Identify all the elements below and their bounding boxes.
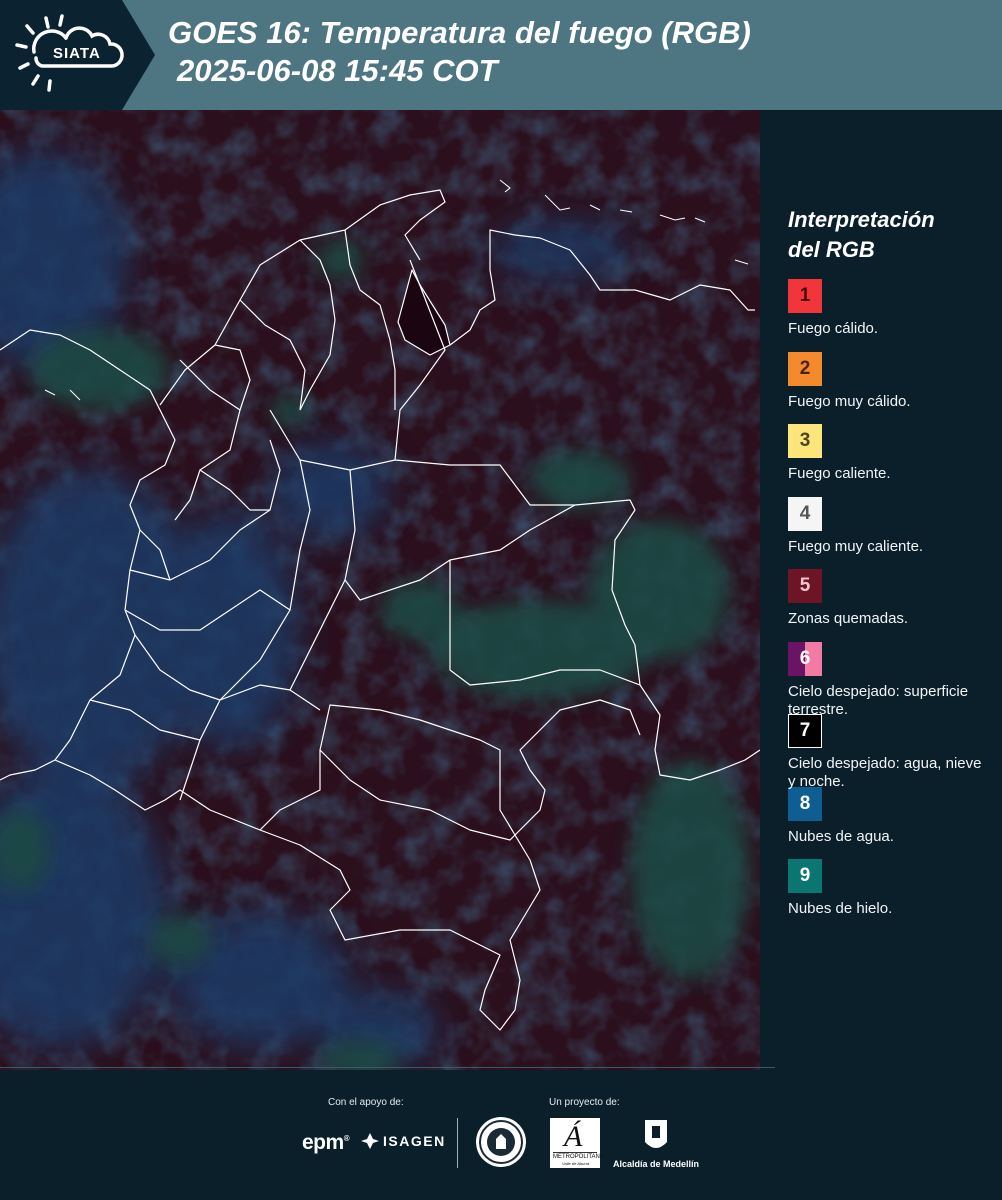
- seal-emblem-icon: [479, 1120, 523, 1164]
- legend-item: 4 Fuego muy caliente.: [788, 496, 988, 570]
- legend-label: Fuego cálido.: [788, 320, 879, 337]
- legend-title-line1: Interpretación: [788, 207, 935, 232]
- isagen-star-icon: [361, 1133, 379, 1149]
- legend-label: Fuego caliente.: [788, 465, 891, 482]
- epm-logo[interactable]: epm®: [302, 1131, 350, 1155]
- isagen-logo[interactable]: ISAGEN: [360, 1132, 446, 1150]
- legend-item: 8 Nubes de agua.: [788, 786, 988, 860]
- area-metropolitana-logo[interactable]: Á METROPOLITANA Valle de Aburrá: [550, 1118, 604, 1168]
- footer: Con el apoyo de: Un proyecto de: epm® IS…: [0, 1070, 1002, 1200]
- footer-divider: [457, 1118, 458, 1168]
- legend-panel: Interpretación del RGB 1 Fuego cálido. 2 Fu…: [788, 205, 988, 932]
- rgb-satellite-image: [0, 110, 760, 1070]
- footer-divider-line: [0, 1067, 775, 1068]
- siata-logo: SIATA: [0, 0, 160, 110]
- legend-item: 6 Cielo despejado: superficie terrestre.: [788, 641, 988, 718]
- legend-item: 9 Nubes de hielo.: [788, 859, 988, 932]
- legend-swatch: 4: [788, 496, 822, 531]
- registered-mark-icon: ®: [343, 1134, 350, 1143]
- legend-title: Interpretación del RGB: [788, 205, 988, 265]
- siata-logo-text: SIATA: [53, 45, 101, 62]
- title-timestamp: 2025-06-08 15:45 COT: [177, 53, 498, 88]
- header-banner: SIATA GOES 16: Temperatura del fuego (RG…: [0, 0, 1002, 110]
- isagen-logo-text: ISAGEN: [383, 1133, 446, 1149]
- area-metropolitana-letter-icon: Á: [564, 1120, 583, 1153]
- legend-swatch: 1: [788, 279, 822, 313]
- legend-swatch: 8: [788, 786, 822, 821]
- project-label: Un proyecto de:: [549, 1097, 620, 1108]
- amva-logo-rule: [553, 1152, 597, 1153]
- legend-item: 1 Fuego cálido.: [788, 279, 988, 352]
- amva-logo-subtext: Valle de Aburrá: [562, 1161, 590, 1166]
- legend-items: 1 Fuego cálido. 2 Fuego muy cálido. 3 Fuego c…: [788, 279, 988, 932]
- legend-swatch: 6: [788, 641, 822, 676]
- amva-logo-text: METROPOLITANA: [553, 1154, 604, 1160]
- support-label: Con el apoyo de:: [328, 1097, 404, 1108]
- legend-item: 5 Zonas quemadas.: [788, 569, 988, 642]
- medellin-shield-icon[interactable]: [643, 1118, 669, 1154]
- title-product: GOES 16: Temperatura del fuego (RGB): [168, 15, 751, 50]
- legend-title-line2: del RGB: [788, 237, 875, 262]
- satellite-map[interactable]: [0, 110, 760, 1070]
- alcaldia-medellin-text: Alcaldía de Medellín: [613, 1159, 700, 1169]
- legend-swatch: 9: [788, 859, 822, 893]
- valle-de-aburra-seal-icon[interactable]: [476, 1117, 526, 1167]
- legend-label: Nubes de hielo.: [788, 900, 893, 917]
- legend-swatch: 2: [788, 351, 822, 386]
- legend-swatch: 3: [788, 424, 822, 458]
- legend-swatch: 7: [788, 714, 822, 748]
- legend-item: 2 Fuego muy cálido.: [788, 351, 988, 425]
- legend-item: 7 Cielo despejado: agua, nieve y noche.: [788, 714, 988, 790]
- legend-item: 3 Fuego caliente.: [788, 424, 988, 497]
- legend-label: Zonas quemadas.: [788, 610, 909, 627]
- legend-label: Nubes de agua.: [788, 827, 894, 845]
- page-title: GOES 16: Temperatura del fuego (RGB) 202…: [168, 14, 751, 90]
- legend-label: Fuego muy cálido.: [788, 392, 911, 410]
- epm-logo-text: epm: [302, 1131, 344, 1154]
- legend-swatch: 5: [788, 569, 822, 603]
- legend-label: Fuego muy caliente.: [788, 537, 924, 555]
